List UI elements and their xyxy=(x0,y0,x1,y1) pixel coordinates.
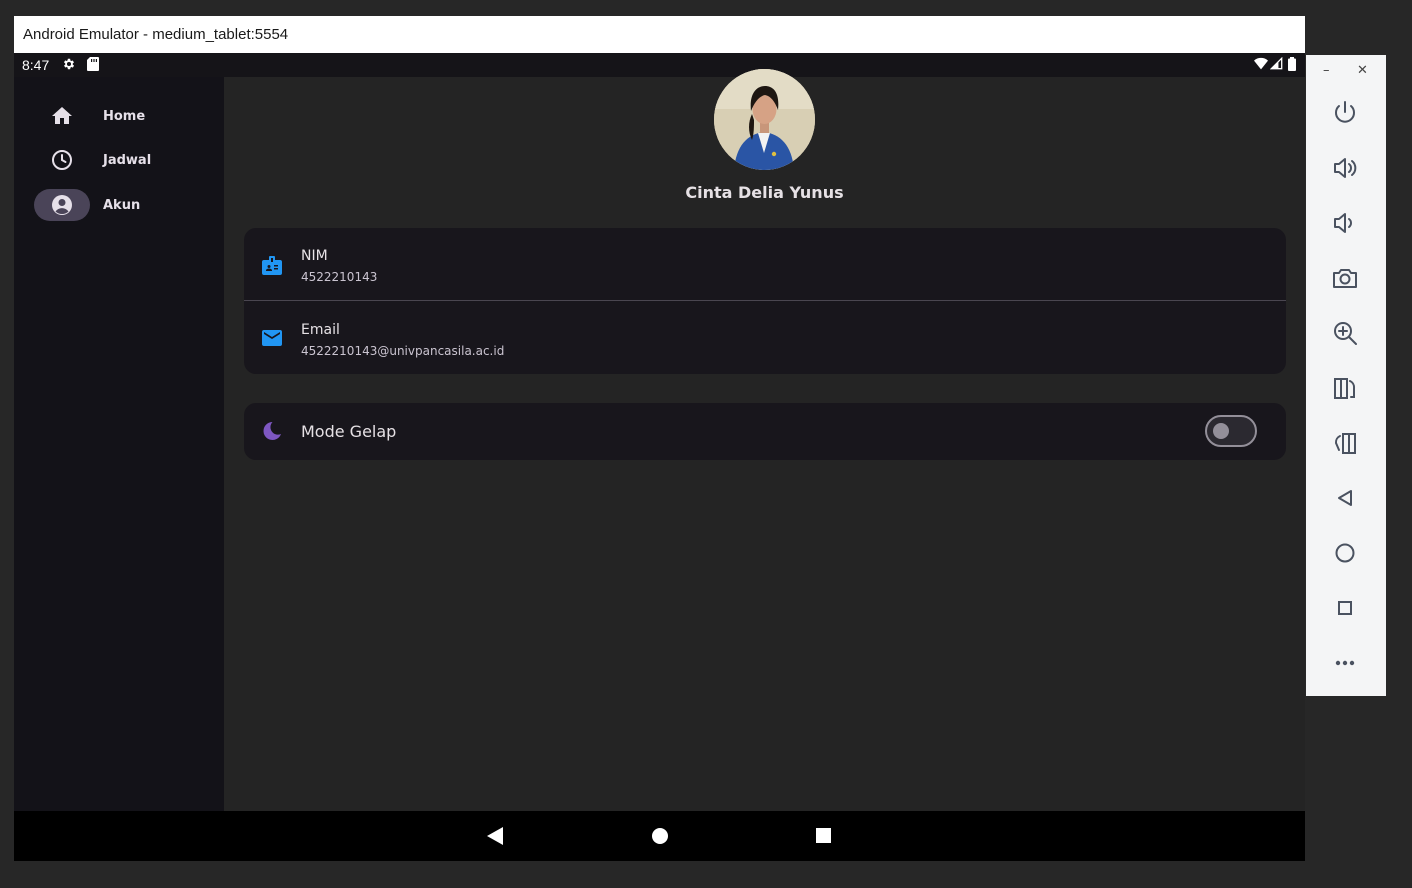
email-value: 4522210143@univpancasila.ac.id xyxy=(301,344,505,358)
back-button[interactable] xyxy=(487,827,503,845)
dark-mode-switch[interactable] xyxy=(1205,415,1257,447)
window-title: Android Emulator - medium_tablet:5554 xyxy=(23,26,289,43)
email-label: Email xyxy=(301,322,340,338)
dark-mode-card: Mode Gelap xyxy=(244,403,1286,460)
nav-active-indicator xyxy=(34,189,90,221)
account-circle-icon xyxy=(52,195,72,215)
overview-square-icon[interactable] xyxy=(1330,593,1360,623)
signal-icon xyxy=(1270,57,1283,70)
device-screen: 8:47 Home Jadwal Akun Cinta Delia Yunus … xyxy=(14,53,1305,861)
nav-label-akun: Akun xyxy=(103,198,141,213)
home-icon xyxy=(52,107,72,124)
profile-name: Cinta Delia Yunus xyxy=(685,183,844,202)
volume-down-icon[interactable] xyxy=(1330,208,1360,238)
email-row: Email 4522210143@univpancasila.ac.id xyxy=(244,301,1286,374)
camera-icon[interactable] xyxy=(1330,263,1360,293)
badge-icon xyxy=(262,256,282,275)
status-bar: 8:47 xyxy=(14,53,1305,77)
back-icon[interactable] xyxy=(1330,483,1360,513)
navigation-rail: Home Jadwal Akun xyxy=(14,77,224,811)
rotate-left-icon[interactable] xyxy=(1330,373,1360,403)
minimize-button[interactable]: – xyxy=(1323,63,1330,78)
moon-icon xyxy=(263,422,281,440)
nav-item-home[interactable]: Home xyxy=(34,100,204,132)
status-time: 8:47 xyxy=(22,57,50,73)
overview-button[interactable] xyxy=(816,828,831,843)
close-button[interactable]: ✕ xyxy=(1357,63,1368,78)
home-circle-icon[interactable] xyxy=(1330,538,1360,568)
profile-info-card: NIM 4522210143 Email 4522210143@univpanc… xyxy=(244,228,1286,374)
system-navigation-bar xyxy=(14,811,1305,861)
nav-item-akun[interactable]: Akun xyxy=(34,189,204,221)
nim-row: NIM 4522210143 xyxy=(244,228,1286,301)
account-page: Cinta Delia Yunus NIM 4522210143 Email 4… xyxy=(224,69,1305,811)
home-button[interactable] xyxy=(652,828,668,844)
profile-avatar xyxy=(714,69,815,170)
nav-label-home: Home xyxy=(103,109,146,124)
dark-mode-label: Mode Gelap xyxy=(301,422,397,441)
power-icon[interactable] xyxy=(1330,98,1360,128)
more-icon[interactable] xyxy=(1330,648,1360,678)
nav-item-jadwal[interactable]: Jadwal xyxy=(34,144,204,176)
emulator-controls-panel: – ✕ xyxy=(1306,55,1386,696)
battery-icon xyxy=(1288,57,1296,71)
nim-label: NIM xyxy=(301,248,328,264)
switch-thumb xyxy=(1213,423,1229,439)
clock-icon xyxy=(52,150,72,170)
rotate-right-icon[interactable] xyxy=(1330,428,1360,458)
nav-label-jadwal: Jadwal xyxy=(103,153,152,168)
emulator-title-bar: Android Emulator - medium_tablet:5554 xyxy=(14,16,1305,53)
settings-icon xyxy=(63,58,75,70)
wifi-icon xyxy=(1254,57,1268,70)
volume-up-icon[interactable] xyxy=(1330,153,1360,183)
mail-icon xyxy=(262,330,282,346)
sd-card-icon xyxy=(87,57,99,71)
nim-value: 4522210143 xyxy=(301,270,378,284)
zoom-in-icon[interactable] xyxy=(1330,318,1360,348)
